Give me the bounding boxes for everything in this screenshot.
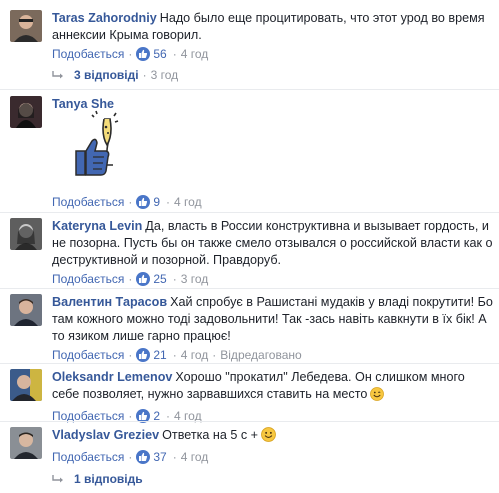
comment-body: Kateryna Levin Да, власть в России констр… [52,219,493,286]
replies-time[interactable]: 3 год [151,68,179,82]
replies-link[interactable]: 3 відповіді · 3 год [52,68,178,83]
like-count[interactable]: 9 [153,195,160,209]
avatar[interactable] [10,369,42,401]
comment-time[interactable]: 4 год [181,47,209,61]
avatar[interactable] [10,10,42,42]
like-thumb-icon [136,450,151,464]
avatar[interactable] [10,294,42,326]
comment-body: Taras Zahorodniy Надо было еще процитиров… [52,11,485,61]
like-count[interactable]: 25 [153,272,166,286]
avatar[interactable] [10,427,42,459]
divider [0,363,499,364]
comment-author[interactable]: Oleksandr Lemenov [52,370,172,384]
edited-label[interactable]: Відредаговано [220,348,301,362]
smile-emoji-icon [261,427,276,447]
like-button[interactable]: Подобається [52,348,124,362]
comment-time[interactable]: 4 год [174,195,202,209]
comment-body: Oleksandr Lemenov Хорошо "прокатил" Лебед… [52,370,465,423]
like-thumb-icon [136,195,151,209]
like-button[interactable]: Подобається [52,450,124,464]
comment-time[interactable]: 4 год [181,450,209,464]
comment-text: Ответка на 5 с + [162,428,258,442]
reply-arrow-icon [52,473,64,487]
comment-time[interactable]: 3 год [181,272,209,286]
comment-author[interactable]: Taras Zahorodniy [52,11,157,25]
divider [0,288,499,289]
like-button[interactable]: Подобається [52,195,124,209]
avatar[interactable] [10,96,42,128]
comment-author[interactable]: Vladyslav Greziev [52,428,159,442]
comment-body: Валентин Тарасов Хай спробує в Рашистані … [52,295,493,362]
replies-count[interactable]: 1 відповідь [74,472,143,486]
like-count[interactable]: 37 [153,450,166,464]
divider [0,421,499,422]
like-button[interactable]: Подобається [52,47,124,61]
comment-author[interactable]: Kateryna Levin [52,219,142,233]
avatar[interactable] [10,218,42,250]
comment-time[interactable]: 4 год [181,348,209,362]
divider [0,89,499,90]
replies-count[interactable]: 3 відповіді [74,68,139,82]
like-button[interactable]: Подобається [52,272,124,286]
replies-link[interactable]: 1 відповідь [52,472,143,487]
champagne-like-sticker [52,107,132,187]
like-thumb-icon [136,272,151,286]
comment-author[interactable]: Валентин Тарасов [52,295,167,309]
reply-arrow-icon [52,69,64,83]
comment-body: Vladyslav Greziev Ответка на 5 с + Подоба… [52,427,495,465]
like-thumb-icon [136,348,151,362]
like-count[interactable]: 56 [153,47,166,61]
comment-actions-wrap: Подобається · 9 · 4 год [52,195,202,209]
divider [0,212,499,213]
smile-emoji-icon [370,387,385,406]
like-count[interactable]: 21 [153,348,166,362]
like-thumb-icon [136,47,151,61]
